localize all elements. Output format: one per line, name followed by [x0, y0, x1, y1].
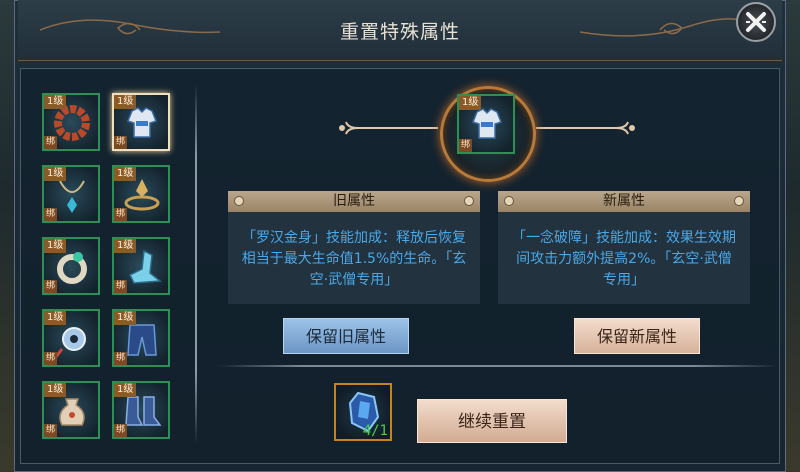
level-badge: 1级	[114, 239, 137, 253]
equipment-slot[interactable]: 1级 绑	[42, 237, 100, 295]
close-icon	[746, 12, 766, 32]
level-badge: 1级	[44, 383, 67, 397]
old-attribute-header: 旧属性	[228, 191, 480, 212]
right-wing-ornament	[536, 121, 635, 135]
equipment-slot[interactable]: 1级 绑	[42, 93, 100, 151]
equipment-slot[interactable]: 1级 绑	[112, 237, 170, 295]
pants-icon	[127, 324, 157, 356]
bound-badge: 绑	[44, 208, 58, 221]
robe-armor-icon	[127, 107, 157, 138]
equipment-slot[interactable]: 1级 绑	[42, 309, 100, 367]
level-badge: 1级	[44, 311, 67, 325]
horizontal-divider	[218, 365, 778, 367]
shoe-icon	[128, 249, 162, 284]
continue-reset-button[interactable]: 继续重置	[417, 399, 567, 443]
new-attribute-text: 「一念破障」技能加成：效果生效期间攻击力额外提高2%。「玄空·武僧专用」	[498, 212, 750, 304]
selected-item-slot: 1级 绑	[457, 94, 515, 154]
level-badge: 1级	[114, 311, 137, 325]
material-slot[interactable]: 4/1	[334, 383, 392, 441]
dialog-title: 重置特殊属性	[339, 21, 460, 43]
pouch-icon	[59, 398, 85, 426]
bound-badge: 绑	[114, 136, 128, 149]
left-wing-ornament	[339, 121, 438, 135]
equipment-slot[interactable]: 1级 绑	[112, 381, 170, 439]
bound-badge: 绑	[44, 280, 58, 293]
necklace-icon	[59, 180, 85, 213]
bullet-icon	[734, 196, 744, 206]
bullet-icon	[234, 196, 244, 206]
bound-badge: 绑	[44, 352, 58, 365]
ring-icon	[57, 252, 87, 284]
vertical-divider	[195, 84, 197, 444]
bound-badge: 绑	[44, 424, 58, 437]
equipment-slot[interactable]: 1级 绑	[42, 381, 100, 439]
level-badge: 1级	[459, 96, 482, 110]
jade-pendant-icon	[54, 327, 86, 358]
keep-new-attribute-button[interactable]: 保留新属性	[574, 318, 700, 354]
level-badge: 1级	[114, 167, 137, 181]
equipment-slot[interactable]: 1级 绑	[42, 165, 100, 223]
robe-armor-icon	[472, 108, 502, 139]
level-badge: 1级	[44, 167, 67, 181]
old-attribute-text: 「罗汉金身」技能加成：释放后恢复相当于最大生命值1.5%的生命。「玄空·武僧专用…	[228, 212, 480, 304]
bound-badge: 绑	[114, 424, 128, 437]
level-badge: 1级	[44, 95, 67, 109]
level-badge: 1级	[44, 239, 67, 253]
bound-badge: 绑	[114, 280, 128, 293]
bound-badge: 绑	[459, 139, 473, 152]
bullet-icon	[464, 196, 474, 206]
bound-badge: 绑	[114, 208, 128, 221]
equipment-slot[interactable]: 1级 绑	[112, 309, 170, 367]
belt-icon	[124, 179, 160, 211]
equipment-slot-selected[interactable]: 1级 绑	[112, 93, 170, 151]
material-count: 4/1	[362, 423, 388, 439]
level-badge: 1级	[114, 383, 137, 397]
boots-icon	[125, 396, 162, 426]
prayer-beads-icon	[54, 105, 90, 141]
new-attribute-title: 新属性	[603, 193, 645, 209]
keep-old-attribute-button[interactable]: 保留旧属性	[283, 318, 409, 354]
bound-badge: 绑	[44, 136, 58, 149]
old-attribute-title: 旧属性	[333, 193, 375, 209]
equipment-slot[interactable]: 1级 绑	[112, 165, 170, 223]
new-attribute-header: 新属性	[498, 191, 750, 212]
close-button[interactable]	[736, 2, 776, 42]
bullet-icon	[504, 196, 514, 206]
level-badge: 1级	[114, 95, 137, 109]
bound-badge: 绑	[114, 352, 128, 365]
